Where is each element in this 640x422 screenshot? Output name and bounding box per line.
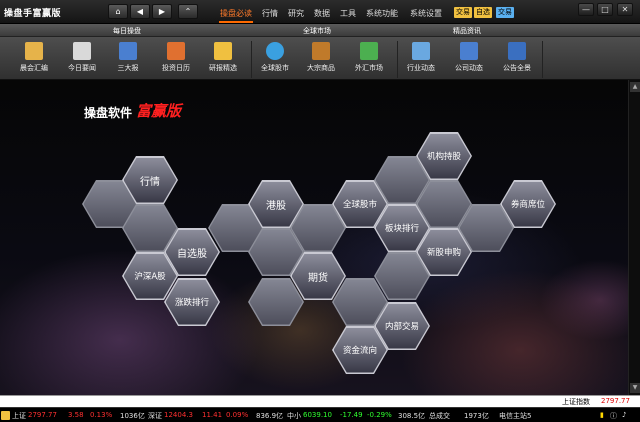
ticker-sz-label: 深证 [148,412,162,420]
minimize-button[interactable]: — [578,3,594,16]
toolbar-company-news[interactable]: 公司动态 [446,40,492,78]
globe-icon [266,42,284,60]
announcement-icon [508,42,526,60]
ticker-zx-value: 6039.10 [303,411,332,419]
back-button[interactable]: ◀ [130,4,150,19]
toolbar-label: 公告全景 [503,64,531,72]
report-icon [214,42,232,60]
trade-badge[interactable]: 交易 [454,7,472,18]
scroll-up-icon[interactable]: ▲ [630,82,640,92]
menu-item-quotes[interactable]: 行情 [262,8,278,19]
info-icon[interactable]: ⓘ [610,411,617,421]
menu-item-system-functions[interactable]: 系统功能 [366,8,398,19]
meeting-icon [25,42,43,60]
index-info-bar: 上证指数 2797.77 [0,395,640,407]
ticker-server: 电信主站5 [499,412,532,420]
home-icon: ⌂ [115,7,121,16]
ticker-sz-amount: 836.9亿 [256,412,284,420]
toolbar-commodities[interactable]: 大宗商品 [298,40,344,78]
close-button[interactable]: ✕ [617,3,633,16]
menu-item-research[interactable]: 研究 [288,8,304,19]
toolbar-label: 外汇市场 [355,64,383,72]
brand-logo-text: 富赢版 [136,102,182,120]
menu-item-must-read[interactable]: 操盘必读 [220,8,252,19]
toolbar-meeting-digest[interactable]: 晨会汇编 [11,40,57,78]
ticker-sh-amount: 1036亿 [120,412,145,420]
forex-icon [360,42,378,60]
ticker-sz-change: 11.41 [202,411,223,419]
double-chevron-up-icon: ⌃ [184,7,192,16]
main-canvas: 操盘软件 富赢版 行情 自选股 沪深A股 涨跌排行 港股 期货 全球股市 板块排… [0,80,628,395]
toolbar-today-news[interactable]: 今日要闻 [59,40,105,78]
menu-start-icon[interactable] [1,411,10,420]
triangle-right-icon: ▶ [158,7,166,16]
ticker-zx-label: 中小 [287,412,301,420]
scroll-down-icon[interactable]: ▼ [630,383,640,393]
news-icon [73,42,91,60]
ticker-zx-change: -17.49 [340,411,363,419]
ticker-zx-amount: 308.5亿 [398,412,426,420]
title-bar: 操盘手富赢版 ⌂ ◀ ▶ ⌃ 操盘必读 行情 研究 数据 工具 系统功能 系统设… [0,0,640,24]
toolbar-three-papers[interactable]: 三大报 [105,40,151,78]
forward-button[interactable]: ▶ [152,4,172,19]
monitor-icon [412,42,430,60]
section-global: 全球市场 [303,27,331,35]
market-ticker: 上证 2797.77 3.58 0.13% 1036亿 深证 12404.3 1… [0,407,640,422]
toolbar-label: 晨会汇编 [20,64,48,72]
calendar-icon [167,42,185,60]
menu-item-tools[interactable]: 工具 [340,8,356,19]
section-daily: 每日操盘 [113,27,141,35]
collapse-button[interactable]: ⌃ [178,4,198,19]
close-icon: ✕ [621,5,629,14]
company-icon [460,42,478,60]
toolbar-label: 全球股市 [261,64,289,72]
signal-icon: ▮ [600,411,604,419]
toolbar-investment-calendar[interactable]: 投资日历 [153,40,199,78]
ticker-sh-change: 3.58 [68,411,84,419]
ticker-sz-pct: 0.09% [226,411,249,419]
toolbar-label: 公司动态 [455,64,483,72]
ticker-sh-pct: 0.13% [90,411,113,419]
active-menu-indicator [219,21,253,23]
toolbar-label: 研报精选 [209,64,237,72]
ticker-total-label: 总成交 [429,412,450,420]
index-value: 2797.77 [601,397,630,405]
index-label: 上证指数 [562,398,590,406]
ticker-sz-value: 12404.3 [164,411,193,419]
vertical-scrollbar[interactable]: ▲ ▼ [628,80,640,395]
speaker-icon[interactable]: ♪ [622,411,626,419]
toolbar-forex[interactable]: 外汇市场 [346,40,392,78]
toolbar-label: 三大报 [117,64,139,72]
toolbar-label: 今日要闻 [68,64,96,72]
maximize-icon: □ [601,5,609,14]
toolbar-research-picks[interactable]: 研报精选 [200,40,246,78]
section-premium: 精品资讯 [453,27,481,35]
minimize-icon: — [582,5,590,14]
app-title: 操盘手富赢版 [4,9,62,19]
brand-text: 操盘软件 [84,106,133,120]
ticker-sh-value: 2797.77 [28,411,57,419]
toolbar-label: 大宗商品 [307,64,335,72]
menu-item-system-settings[interactable]: 系统设置 [410,8,442,19]
triangle-left-icon: ◀ [136,7,144,16]
toolbar-label: 投资日历 [162,64,190,72]
toolbar-industry-news[interactable]: 行业动态 [398,40,444,78]
ticker-sh-label: 上证 [12,412,26,420]
toolbar-divider [542,41,543,78]
toolbar-announcements[interactable]: 公告全景 [494,40,540,78]
watchlist-badge[interactable]: 自选 [474,7,492,18]
commodity-icon [312,42,330,60]
menu-item-data[interactable]: 数据 [314,8,330,19]
newspaper-icon [119,42,137,60]
ticker-total-value: 1973亿 [464,412,489,420]
ticker-zx-pct: -0.29% [367,411,392,419]
maximize-button[interactable]: □ [597,3,613,16]
section-strip: 每日操盘 全球市场 精品资讯 [0,24,640,37]
home-button[interactable]: ⌂ [108,4,128,19]
toolbar-global-stocks[interactable]: 全球股市 [252,40,298,78]
toolbar-label: 行业动态 [407,64,435,72]
exchange-badge[interactable]: 交易 [496,7,514,18]
